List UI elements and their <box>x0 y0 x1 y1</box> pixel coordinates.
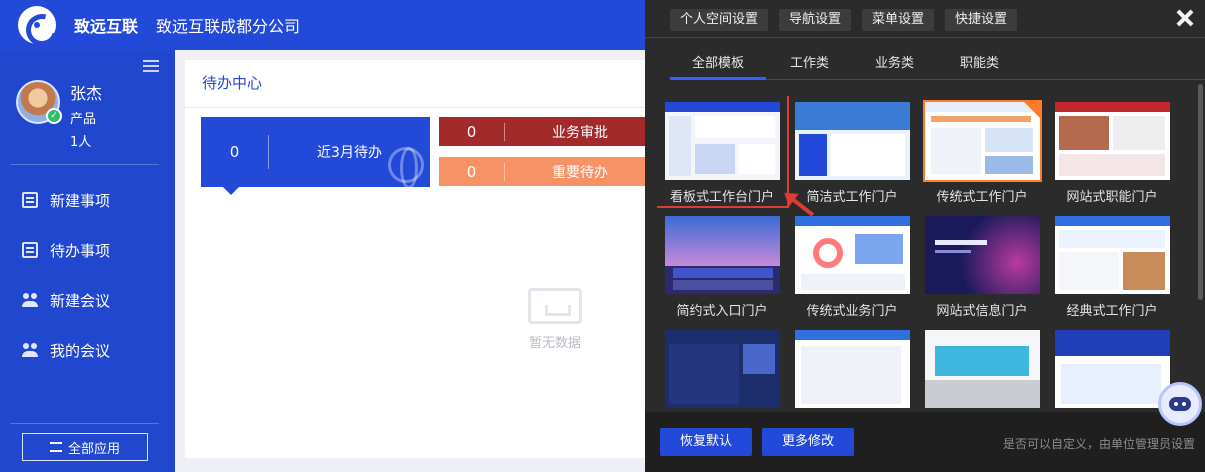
template-simple-entrance[interactable]: 简约式入口门户 <box>657 210 787 320</box>
sidebar-item-new-item[interactable]: 新建事项 <box>0 175 175 225</box>
template-label: 简洁式工作门户 <box>806 190 898 205</box>
important-todo-label: 重要待办 <box>552 164 608 181</box>
sidebar-item-new-meeting[interactable]: 新建会议 <box>0 275 175 325</box>
template-thumbnail <box>794 216 910 294</box>
template-thumbnail <box>794 102 910 180</box>
new-item-icon <box>22 192 38 208</box>
template-website-function[interactable]: 网站式职能门户 <box>1047 96 1177 206</box>
business-approval-label: 业务审批 <box>552 124 608 141</box>
tab-personal-space[interactable]: 个人空间设置 <box>670 9 769 31</box>
tab-all-templates[interactable]: 全部模板 <box>670 50 767 80</box>
user-info: 张杰 产品 1人 <box>70 80 102 150</box>
online-status-icon: ✓ <box>46 108 62 124</box>
sidebar-item-label: 我的会议 <box>50 341 111 360</box>
page-title: 待办中心 <box>185 60 655 108</box>
close-icon[interactable] <box>1175 8 1195 28</box>
template-website-information[interactable]: 网站式信息门户 <box>917 210 1047 320</box>
brand-name: 致远互联 <box>74 17 139 36</box>
tab-business[interactable]: 业务类 <box>853 50 936 80</box>
sidebar: ✓ 张杰 产品 1人 新建事项 待办事项 新建会议 我的会议 全部应用 <box>0 50 175 472</box>
divider <box>645 37 1205 38</box>
tab-navigation[interactable]: 导航设置 <box>779 9 852 31</box>
sidebar-item-label: 待办事项 <box>50 241 111 260</box>
template-label: 网站式职能门户 <box>1066 190 1158 205</box>
sidebar-item-todo[interactable]: 待办事项 <box>0 225 175 275</box>
important-todo-count: 0 <box>439 162 505 181</box>
empty-text: 暂无数据 <box>528 336 581 351</box>
business-approval-card[interactable]: 0 业务审批 <box>439 117 655 146</box>
sidebar-item-label: 新建会议 <box>50 291 111 310</box>
template-kanban-workbench[interactable]: 看板式工作台门户 <box>657 96 789 208</box>
globe-icon <box>388 147 424 189</box>
sidebar-item-label: 新建事项 <box>50 191 111 210</box>
template-thumbnail <box>1054 330 1170 408</box>
collapse-menu-icon[interactable] <box>143 60 159 74</box>
settings-tabs: 个人空间设置 导航设置 菜单设置 快捷设置 <box>670 9 1028 31</box>
template-thumbnail <box>922 100 1042 182</box>
template-label: 网站式信息门户 <box>936 304 1028 319</box>
recent-todo-count: 0 <box>201 135 269 169</box>
template-category-tabs: 全部模板 工作类 业务类 职能类 <box>670 50 1205 80</box>
user-count: 1人 <box>70 135 92 150</box>
todo-center: 待办中心 0 近3月待办 0 业务审批 0 重要待办 暂无数据 <box>185 60 655 458</box>
reset-default-button[interactable]: 恢复默认 <box>660 428 753 456</box>
logo-icon <box>18 6 56 44</box>
user-profile[interactable]: ✓ 张杰 产品 1人 <box>16 80 102 150</box>
all-apps-button[interactable]: 全部应用 <box>22 433 148 461</box>
template-label: 看板式工作台门户 <box>669 190 774 205</box>
template-thumbnail-row3-2[interactable] <box>787 324 917 412</box>
tab-function[interactable]: 职能类 <box>938 50 1021 80</box>
more-edit-button[interactable]: 更多修改 <box>762 428 855 456</box>
template-thumbnail <box>924 330 1040 408</box>
avatar[interactable]: ✓ <box>16 80 62 124</box>
template-traditional-work[interactable]: 传统式工作门户 <box>917 96 1047 206</box>
template-classic-work[interactable]: 经典式工作门户 <box>1047 210 1177 320</box>
user-role: 产品 <box>70 112 97 127</box>
todo-icon <box>22 242 38 258</box>
template-label: 传统式工作门户 <box>936 190 1028 205</box>
template-thumbnail <box>664 216 780 294</box>
template-thumbnail <box>664 330 780 408</box>
all-apps-label: 全部应用 <box>67 441 120 457</box>
template-thumbnail-row3-3[interactable] <box>917 324 1047 412</box>
recent-todo-card[interactable]: 0 近3月待办 <box>201 117 430 195</box>
tab-menu[interactable]: 菜单设置 <box>862 9 935 31</box>
scrollbar[interactable] <box>1198 84 1203 300</box>
template-traditional-business[interactable]: 传统式业务门户 <box>787 210 917 320</box>
divider <box>10 423 159 424</box>
template-grid: 看板式工作台门户 简洁式工作门户 传统式工作门户 网站式职能门户 简约式入口门户… <box>657 96 1185 412</box>
template-thumbnail <box>794 330 910 408</box>
template-label: 传统式业务门户 <box>806 304 898 319</box>
company-name: 致远互联成都分公司 <box>156 17 301 36</box>
template-label: 简约式入口门户 <box>676 304 768 319</box>
template-thumbnail <box>1054 216 1170 294</box>
selected-check-icon <box>1024 102 1040 118</box>
tab-work[interactable]: 工作类 <box>768 50 851 80</box>
panel-footer: 恢复默认 更多修改 是否可以自定义，由单位管理员设置 <box>645 412 1205 472</box>
my-meeting-icon <box>22 342 38 358</box>
template-simple-work[interactable]: 简洁式工作门户 <box>787 96 917 206</box>
template-label: 经典式工作门户 <box>1066 304 1158 319</box>
sidebar-menu: 新建事项 待办事项 新建会议 我的会议 <box>0 175 175 375</box>
sidebar-item-my-meeting[interactable]: 我的会议 <box>0 325 175 375</box>
user-name: 张杰 <box>70 84 103 103</box>
top-header: 致远互联 致远互联成都分公司 <box>0 0 645 50</box>
footer-note: 是否可以自定义，由单位管理员设置 <box>1002 437 1195 451</box>
list-search-icon <box>49 442 62 452</box>
assistant-bot-icon[interactable] <box>1158 382 1202 426</box>
template-thumbnail <box>664 102 780 180</box>
empty-state: 暂无数据 <box>515 288 595 351</box>
template-thumbnail <box>924 216 1040 294</box>
important-todo-card[interactable]: 0 重要待办 <box>439 157 655 186</box>
new-meeting-icon <box>22 292 38 308</box>
empty-inbox-icon <box>528 288 582 324</box>
tab-shortcuts[interactable]: 快捷设置 <box>945 9 1018 31</box>
business-approval-count: 0 <box>439 122 505 141</box>
template-thumbnail <box>1054 102 1170 180</box>
template-thumbnail-row3-1[interactable] <box>657 324 787 412</box>
divider <box>10 164 159 165</box>
template-settings-panel: 个人空间设置 导航设置 菜单设置 快捷设置 全部模板 工作类 业务类 职能类 看… <box>645 0 1205 472</box>
